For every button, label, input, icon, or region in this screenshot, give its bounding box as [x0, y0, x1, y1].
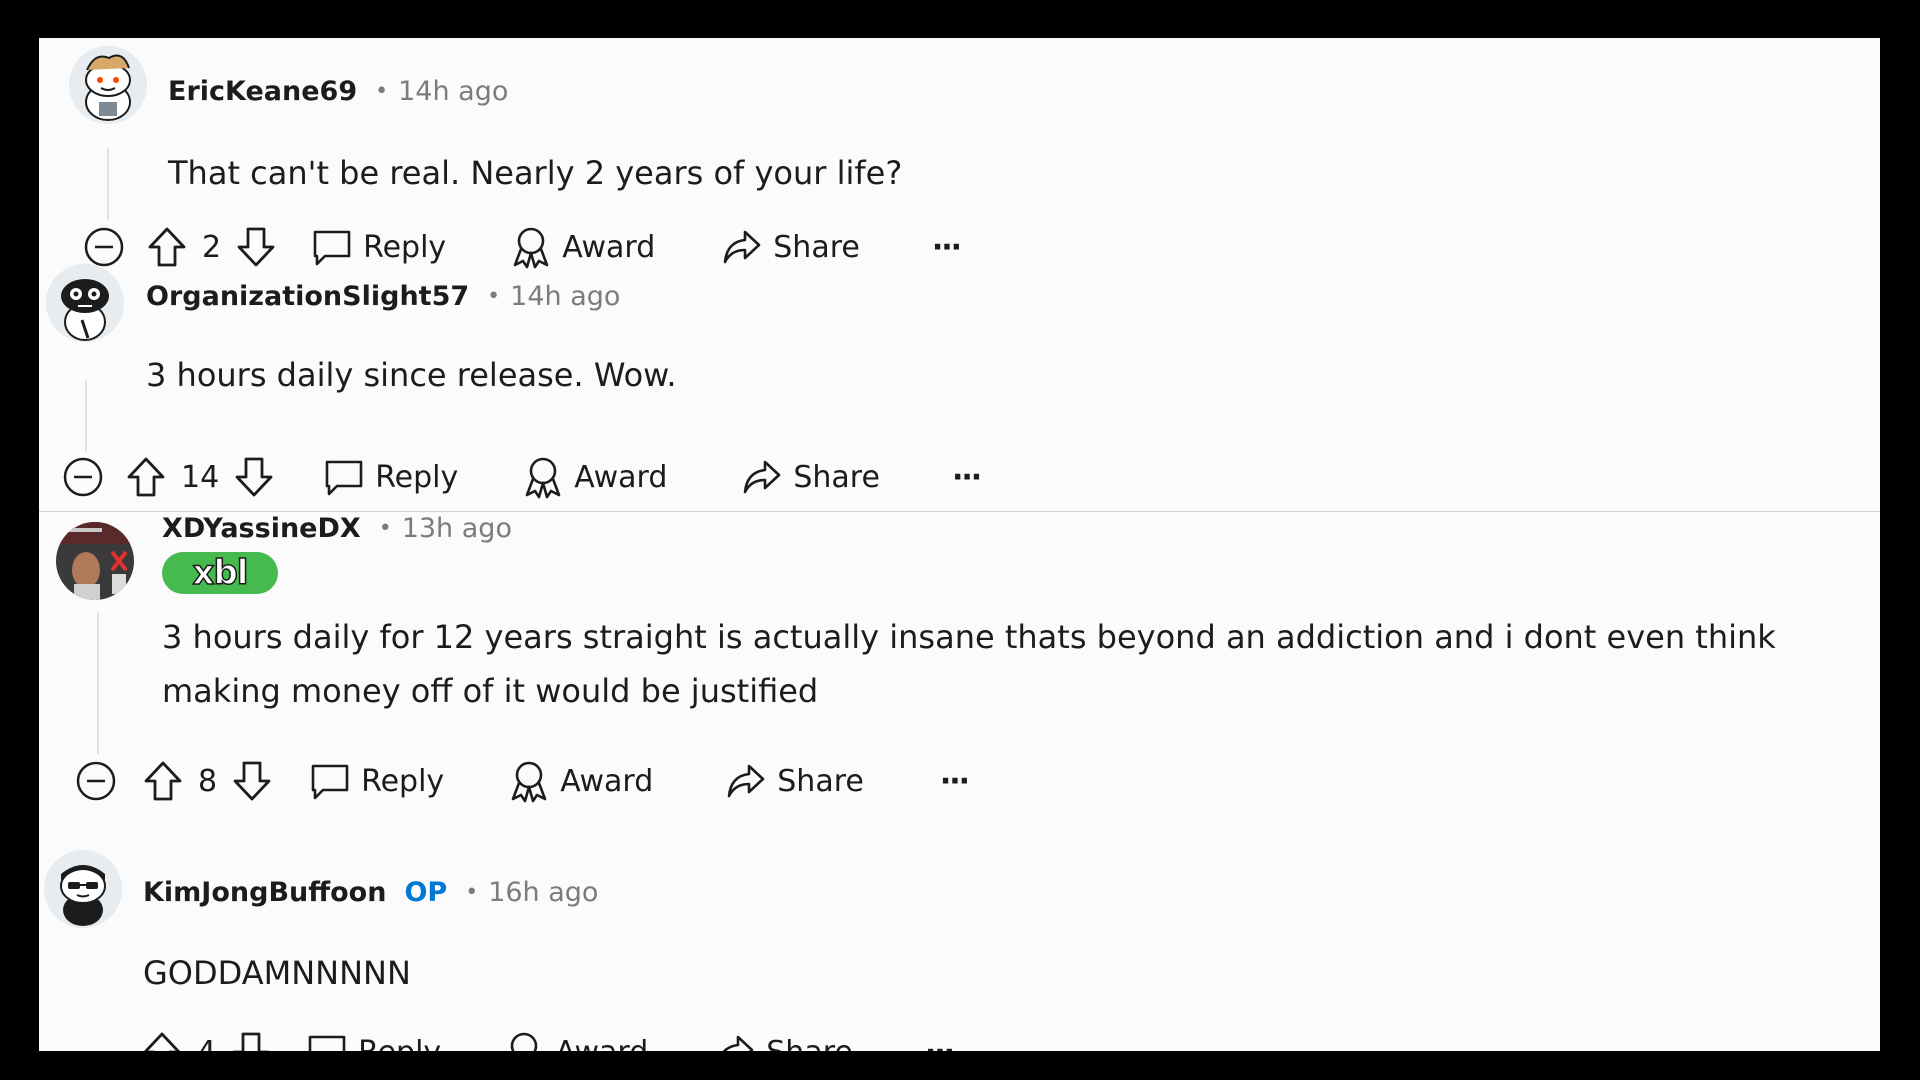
reply-label: Reply: [375, 459, 459, 495]
award-icon: [508, 759, 550, 803]
share-label: Share: [793, 459, 880, 495]
comment-kimjongbuffoon: KimJongBuffoon OP • 16h ago GODDAMNNNNN …: [39, 832, 1880, 1051]
award-icon: [503, 1030, 545, 1051]
snoo-avatar-icon: [46, 264, 124, 342]
downvote-icon[interactable]: [233, 455, 275, 499]
award-button[interactable]: Award: [510, 225, 655, 269]
more-options-button[interactable]: ···: [952, 460, 982, 495]
share-button[interactable]: Share: [725, 760, 864, 802]
comment-body: GODDAMNNNNN: [143, 954, 411, 992]
timestamp[interactable]: 14h ago: [398, 76, 508, 107]
thread-line[interactable]: [107, 148, 109, 220]
share-icon: [721, 226, 763, 268]
op-badge: OP: [404, 876, 448, 908]
username[interactable]: EricKeane69: [168, 76, 357, 107]
share-label: Share: [766, 1035, 853, 1052]
award-button[interactable]: Award: [503, 1030, 648, 1051]
award-label: Award: [560, 763, 654, 799]
award-label: Award: [562, 229, 656, 265]
award-icon: [510, 225, 552, 269]
comment-actions: 8 Reply Award Share ···: [74, 754, 970, 808]
comment-erickeane69: EricKeane69 • 14h ago That can't be real…: [39, 38, 1880, 269]
comment-thread: EricKeane69 • 14h ago That can't be real…: [39, 38, 1880, 1051]
collapse-icon[interactable]: [61, 455, 105, 499]
downvote-icon[interactable]: [230, 1030, 272, 1051]
timestamp[interactable]: 16h ago: [488, 877, 598, 908]
share-icon: [741, 456, 783, 498]
collapse-icon[interactable]: [74, 759, 118, 803]
username[interactable]: KimJongBuffoon: [143, 877, 386, 908]
comment-bubble-icon: [306, 1031, 348, 1051]
reply-button[interactable]: Reply: [306, 1031, 441, 1051]
avatar[interactable]: [46, 264, 124, 342]
more-options-button[interactable]: ···: [925, 1035, 955, 1052]
comment-organizationslight57: OrganizationSlight57 • 14h ago 3 hours d…: [39, 264, 1880, 500]
comment-actions: 14 Reply Award Share ···: [61, 450, 982, 504]
more-options-button[interactable]: ···: [940, 764, 970, 799]
avatar[interactable]: [69, 46, 147, 124]
upvote-icon[interactable]: [142, 759, 184, 803]
avatar[interactable]: [44, 850, 122, 928]
reply-button[interactable]: Reply: [311, 226, 446, 268]
share-icon: [725, 760, 767, 802]
share-label: Share: [773, 229, 860, 265]
comment-meta: EricKeane69 • 14h ago: [168, 71, 508, 111]
award-label: Award: [574, 459, 668, 495]
award-button[interactable]: Award: [522, 455, 667, 499]
reply-label: Reply: [361, 763, 445, 799]
thread-line[interactable]: [97, 612, 99, 754]
meta-separator: •: [487, 283, 501, 309]
comment-body: 3 hours daily for 12 years straight is a…: [162, 618, 1776, 710]
vote-count: 14: [181, 459, 220, 495]
comment-meta: OrganizationSlight57 • 14h ago: [146, 276, 620, 316]
reply-button[interactable]: Reply: [309, 760, 444, 802]
comment-meta: KimJongBuffoon OP • 16h ago: [143, 872, 598, 912]
comment-bubble-icon: [311, 226, 353, 268]
collapse-icon[interactable]: [82, 225, 126, 269]
timestamp[interactable]: 14h ago: [510, 281, 620, 312]
award-icon: [522, 455, 564, 499]
flair-text: xbl: [192, 553, 249, 593]
award-label: Award: [555, 1035, 648, 1052]
user-flair: xbl: [162, 552, 278, 594]
comment-body: 3 hours daily since release. Wow.: [146, 356, 677, 394]
comment-actions: 4 Reply Award Share: [141, 1025, 955, 1052]
meta-separator: •: [465, 879, 479, 905]
username[interactable]: OrganizationSlight57: [146, 281, 469, 312]
comment-bubble-icon: [323, 456, 365, 498]
share-button[interactable]: Share: [721, 226, 860, 268]
share-label: Share: [777, 763, 864, 799]
comment-bubble-icon: [309, 760, 351, 802]
upvote-icon[interactable]: [141, 1030, 183, 1051]
award-button[interactable]: Award: [508, 759, 653, 803]
share-icon: [714, 1031, 756, 1051]
downvote-icon[interactable]: [235, 225, 277, 269]
reply-button[interactable]: Reply: [323, 456, 458, 498]
vote-count: 4: [197, 1035, 216, 1052]
reply-label: Reply: [358, 1035, 441, 1052]
snoo-avatar-icon: [69, 46, 147, 124]
reply-label: Reply: [363, 229, 447, 265]
downvote-icon[interactable]: [231, 759, 273, 803]
snoo-avatar-icon: [44, 850, 122, 928]
avatar[interactable]: [56, 522, 134, 600]
upvote-icon[interactable]: [125, 455, 167, 499]
thread-line[interactable]: [85, 380, 87, 452]
upvote-icon[interactable]: [146, 225, 188, 269]
comment-body: That can't be real. Nearly 2 years of yo…: [168, 154, 903, 192]
share-button[interactable]: Share: [714, 1031, 853, 1051]
vote-count: 8: [198, 763, 218, 799]
username[interactable]: XDYassineDX: [162, 513, 361, 544]
meta-separator: •: [378, 515, 392, 541]
share-button[interactable]: Share: [741, 456, 880, 498]
comment-meta: XDYassineDX • 13h ago: [162, 508, 512, 548]
more-options-button[interactable]: ···: [932, 230, 962, 265]
comment-actions: 2 Reply Award Share ···: [82, 220, 962, 274]
vote-count: 2: [202, 229, 222, 265]
photo-avatar-icon: [56, 522, 134, 600]
meta-separator: •: [375, 78, 389, 104]
timestamp[interactable]: 13h ago: [402, 513, 512, 544]
comment-xdyassinedx: XDYassineDX • 13h ago xbl 3 hours daily …: [39, 512, 1880, 832]
